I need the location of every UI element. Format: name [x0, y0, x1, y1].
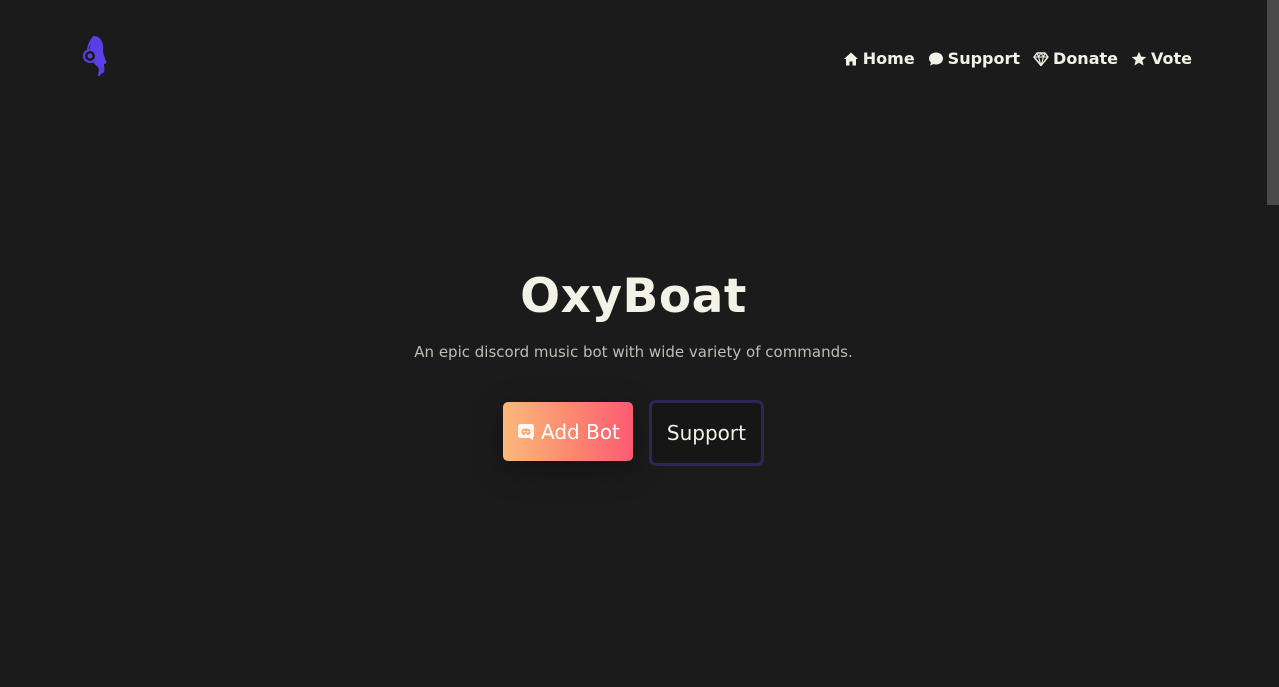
nav-item-label: Home — [862, 49, 915, 68]
nav-item-label: Support — [947, 49, 1021, 68]
scrollbar[interactable] — [1267, 0, 1279, 687]
add-bot-label: Add Bot — [541, 419, 620, 444]
add-bot-button[interactable]: Add Bot — [503, 402, 633, 461]
star-icon — [1131, 51, 1147, 66]
hero-subtitle: An epic discord music bot with wide vari… — [414, 343, 853, 361]
nav-item-label: Donate — [1053, 49, 1118, 68]
nav-item-home[interactable]: Home — [843, 47, 915, 71]
support-label: Support — [666, 421, 746, 445]
nav-item-support[interactable]: Support — [928, 47, 1020, 71]
main-nav: Home Support Donate Vote — [843, 47, 1192, 71]
home-icon — [843, 52, 858, 66]
hero-buttons: Add Bot Support — [0, 400, 1267, 466]
nav-item-vote[interactable]: Vote — [1131, 47, 1192, 71]
hero-section: OxyBoat An epic discord music bot with w… — [0, 266, 1267, 466]
nav-item-label: Vote — [1151, 49, 1192, 68]
page: Home Support Donate Vote OxyBoat An epic… — [0, 0, 1279, 687]
scrollbar-thumb[interactable] — [1267, 0, 1279, 205]
support-button[interactable]: Support — [648, 400, 764, 466]
chat-bubble-icon — [928, 52, 943, 66]
logo-icon[interactable] — [80, 34, 112, 78]
headphone-head-logo-icon — [83, 36, 107, 76]
diamond-icon — [1033, 52, 1049, 67]
page-title: OxyBoat — [520, 269, 747, 324]
discord-icon — [518, 423, 535, 440]
nav-item-donate[interactable]: Donate — [1033, 47, 1118, 71]
